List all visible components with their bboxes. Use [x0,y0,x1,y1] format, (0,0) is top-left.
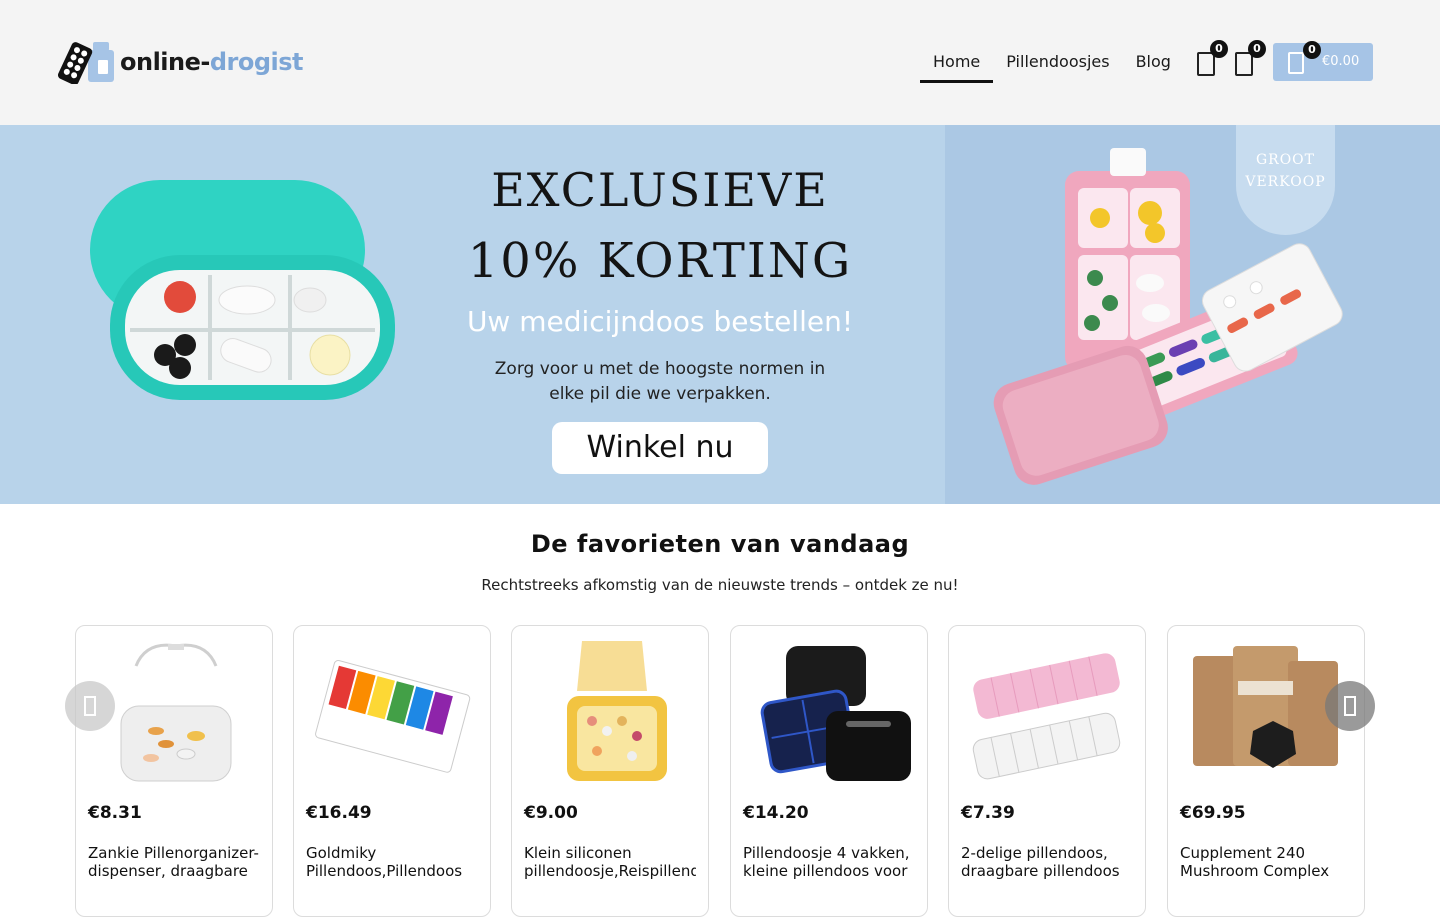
hero-description: Zorg voor u met de hoogste normen in elk… [460,357,860,407]
sale-badge: GROOT VERKOOP [1236,125,1335,235]
chevron-left-icon [84,696,96,716]
sale-badge-line1: GROOT [1255,152,1316,168]
product-image [315,659,471,773]
pill-blister-logo-icon [58,42,114,84]
product-title-line1: Cupplement 240 [1180,844,1306,862]
product-card[interactable]: €16.49 Goldmiky Pillendoos,Pillendoos [293,625,491,917]
product-title-line2: dispenser, draagbare [88,862,248,880]
product-title[interactable]: Zankie Pillenorganizer- dispenser, draag… [88,844,260,880]
compare-count-badge: 0 [1248,40,1266,58]
section-subtitle: Rechtstreeks afkomstig van de nieuwste t… [481,576,959,594]
product-title-line1: 2-delige pillendoos, [961,844,1108,862]
hero-product-panel: GROOT VERKOOP [945,125,1440,504]
product-price: €69.95 [1180,803,1246,823]
product-title-line1: Klein siliconen [524,844,632,862]
section-title: De favorieten van vandaag [530,530,910,558]
cart-total: €0.00 [1322,54,1360,69]
product-card[interactable]: €7.39 2-delige pillendoos, draagbare pil… [948,625,1146,917]
product-card[interactable]: €9.00 Klein siliconen pillendoosje,Reisp… [511,625,709,917]
pill-case-image [90,180,395,400]
product-title[interactable]: Klein siliconen pillendoosje,Reispillend… [524,844,696,880]
hero-title-line2: 10% KORTING [467,233,853,289]
logo-text: online-drogist [120,48,304,76]
product-title-line2: pillendoosje,Reispillendoos [524,862,696,880]
product-title[interactable]: Goldmiky Pillendoos,Pillendoos [306,844,478,880]
product-title-line1: Zankie Pillenorganizer- [88,844,259,862]
product-card[interactable]: €14.20 Pillendoosje 4 vakken, kleine pil… [730,625,928,917]
product-price: €14.20 [743,803,809,823]
product-price: €7.39 [961,803,1015,823]
cart-count-badge: 0 [1303,41,1321,59]
compare-button[interactable]: 0 [1230,40,1266,78]
hero-subtitle: Uw medicijndoos bestellen! [466,305,854,338]
hero-description-line1: Zorg voor u met de hoogste normen in [494,359,826,379]
product-title-line2: kleine pillendoos voor [743,862,908,880]
cart-button[interactable]: 0 €0.00 [1273,41,1373,81]
product-image [567,641,667,781]
nav-item-home[interactable]: Home [920,44,994,83]
product-title[interactable]: Cupplement 240 Mushroom Complex [1180,844,1352,880]
product-title-line2: Pillendoos,Pillendoos [306,862,463,880]
product-title[interactable]: Pillendoosje 4 vakken, kleine pillendoos… [743,844,915,880]
wishlist-count-badge: 0 [1210,40,1228,58]
product-title-line1: Goldmiky [306,844,377,862]
product-card[interactable]: €8.31 Zankie Pillenorganizer- dispenser,… [75,625,273,917]
product-price: €8.31 [88,803,142,823]
hero-title-line1: EXCLUSIEVE [491,163,829,217]
shop-now-button[interactable]: Winkel nu [552,422,768,474]
product-image [760,646,911,781]
chevron-right-icon [1344,696,1356,716]
product-title-line2: draagbare pillendoos [961,862,1120,880]
main-nav: Home Pillendoosjes Blog [920,44,1184,83]
site-header: online-drogist Home Pillendoosjes Blog 0… [0,0,1440,125]
site-logo[interactable]: online-drogist [58,40,304,84]
carousel-next-button[interactable] [1325,681,1375,731]
product-price: €9.00 [524,803,578,823]
sale-badge-text: GROOT VERKOOP [1236,149,1335,193]
sale-badge-line2: VERKOOP [1245,174,1326,190]
product-price: €16.49 [306,803,372,823]
product-title-line1: Pillendoosje 4 vakken, [743,844,910,862]
nav-item-pillendoosjes[interactable]: Pillendoosjes [993,44,1122,81]
wishlist-button[interactable]: 0 [1192,40,1228,78]
product-image [972,653,1121,780]
carousel-prev-button[interactable] [65,681,115,731]
product-title[interactable]: 2-delige pillendoos, draagbare pillendoo… [961,844,1133,880]
product-card[interactable]: €69.95 Cupplement 240 Mushroom Complex [1167,625,1365,917]
hero-banner[interactable]: EXCLUSIEVE 10% KORTING Uw medicijndoos b… [0,125,1440,504]
product-title-line2: Mushroom Complex [1180,862,1330,880]
hero-description-line2: elke pil die we verpakken. [549,384,771,404]
nav-item-blog[interactable]: Blog [1123,44,1184,81]
